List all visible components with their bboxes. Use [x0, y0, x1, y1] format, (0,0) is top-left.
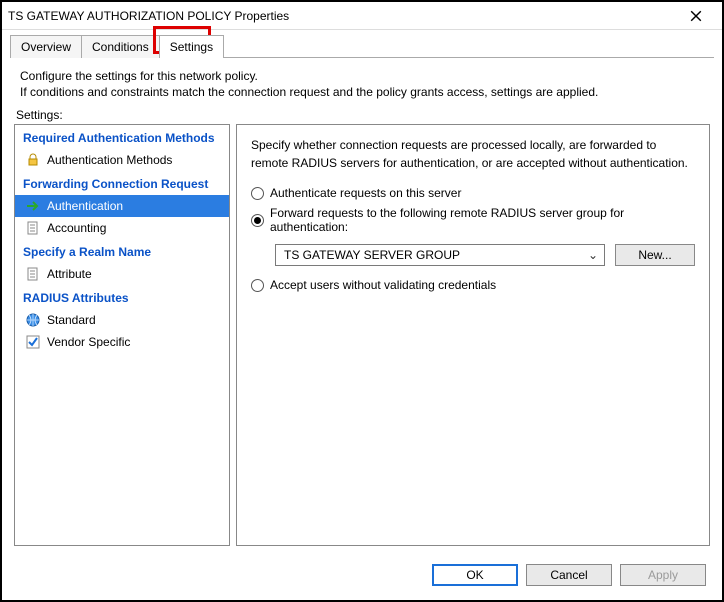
radio-icon — [251, 214, 264, 227]
check-icon — [25, 334, 41, 350]
dialog-footer: OK Cancel Apply — [2, 554, 722, 600]
radio-icon — [251, 279, 264, 292]
tree-group-header: Specify a Realm Name — [15, 239, 229, 263]
settings-tree[interactable]: Required Authentication Methods Authentic… — [14, 124, 230, 546]
radio-authenticate-local[interactable]: Authenticate requests on this server — [251, 186, 695, 200]
radio-accept-no-validate[interactable]: Accept users without validating credenti… — [251, 278, 695, 292]
tab-bar: Overview Conditions Settings — [2, 30, 722, 57]
tree-item-authentication-methods[interactable]: Authentication Methods — [15, 149, 229, 171]
tree-item-accounting[interactable]: Accounting — [15, 217, 229, 239]
tree-item-label: Attribute — [47, 267, 92, 281]
description: Configure the settings for this network … — [2, 58, 722, 106]
tab-conditions[interactable]: Conditions — [81, 35, 160, 58]
dialog-window: TS GATEWAY AUTHORIZATION POLICY Properti… — [0, 0, 724, 602]
tree-item-label: Standard — [47, 313, 96, 327]
globe-icon — [25, 312, 41, 328]
tree-item-authentication[interactable]: Authentication — [15, 195, 229, 217]
forward-sub-row: TS GATEWAY SERVER GROUP ⌄ New... — [275, 244, 695, 266]
server-group-combo[interactable]: TS GATEWAY SERVER GROUP ⌄ — [275, 244, 605, 266]
doc-icon — [25, 266, 41, 282]
tree-item-label: Vendor Specific — [47, 335, 130, 349]
radio-icon — [251, 187, 264, 200]
tree-item-label: Accounting — [47, 221, 106, 235]
tree-item-label: Authentication Methods — [47, 153, 172, 167]
lock-icon — [25, 152, 41, 168]
combo-value: TS GATEWAY SERVER GROUP — [284, 248, 460, 262]
cancel-button[interactable]: Cancel — [526, 564, 612, 586]
tree-group-header: Forwarding Connection Request — [15, 171, 229, 195]
settings-label: Settings: — [2, 106, 722, 124]
titlebar: TS GATEWAY AUTHORIZATION POLICY Properti… — [2, 2, 722, 30]
tab-settings[interactable]: Settings — [159, 35, 224, 58]
tree-item-label: Authentication — [47, 199, 123, 213]
description-line1: Configure the settings for this network … — [20, 68, 708, 84]
radio-label: Authenticate requests on this server — [270, 186, 461, 200]
ok-button[interactable]: OK — [432, 564, 518, 586]
tree-group-header: RADIUS Attributes — [15, 285, 229, 309]
radio-label: Accept users without validating credenti… — [270, 278, 496, 292]
panes: Required Authentication Methods Authentic… — [14, 124, 710, 546]
doc-icon — [25, 220, 41, 236]
radio-forward-remote[interactable]: Forward requests to the following remote… — [251, 206, 695, 234]
detail-intro: Specify whether connection requests are … — [251, 137, 695, 172]
tree-item-attribute[interactable]: Attribute — [15, 263, 229, 285]
new-button[interactable]: New... — [615, 244, 695, 266]
chevron-down-icon: ⌄ — [586, 248, 600, 262]
description-line2: If conditions and constraints match the … — [20, 84, 708, 100]
tree-item-standard[interactable]: Standard — [15, 309, 229, 331]
close-button[interactable] — [676, 3, 716, 29]
close-icon — [690, 10, 702, 22]
tree-group-header: Required Authentication Methods — [15, 125, 229, 149]
radio-label: Forward requests to the following remote… — [270, 206, 695, 234]
tab-overview[interactable]: Overview — [10, 35, 82, 58]
apply-button: Apply — [620, 564, 706, 586]
arrow-icon — [25, 198, 41, 214]
window-title: TS GATEWAY AUTHORIZATION POLICY Properti… — [8, 9, 676, 23]
tree-item-vendor-specific[interactable]: Vendor Specific — [15, 331, 229, 353]
settings-detail-pane: Specify whether connection requests are … — [236, 124, 710, 546]
